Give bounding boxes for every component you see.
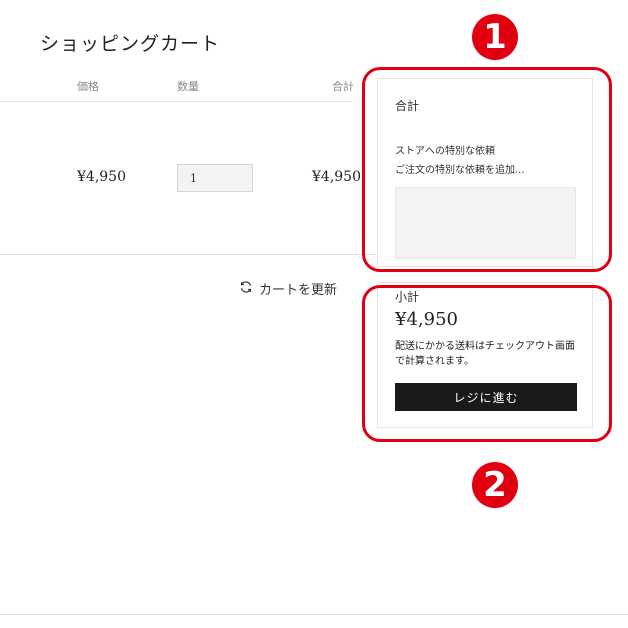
- divider: [0, 614, 628, 615]
- annotation-badge-2: 2: [472, 462, 518, 508]
- row-price: ¥4,950: [77, 169, 126, 185]
- row-total: ¥4,950: [312, 169, 361, 185]
- annotation-badge-1: 1: [472, 14, 518, 60]
- column-header-total: 合計: [332, 80, 354, 93]
- column-header-price: 価格: [77, 80, 99, 93]
- quantity-input[interactable]: [177, 164, 253, 192]
- column-header-quantity: 数量: [177, 80, 199, 93]
- highlight-box-2: [362, 285, 612, 442]
- page-title: ショッピングカート: [40, 33, 221, 55]
- update-cart-button[interactable]: カートを更新: [239, 279, 337, 298]
- refresh-icon: [239, 280, 253, 298]
- highlight-box-1: [362, 67, 612, 272]
- divider: [0, 254, 376, 255]
- update-cart-label: カートを更新: [259, 283, 338, 298]
- divider: [0, 101, 353, 102]
